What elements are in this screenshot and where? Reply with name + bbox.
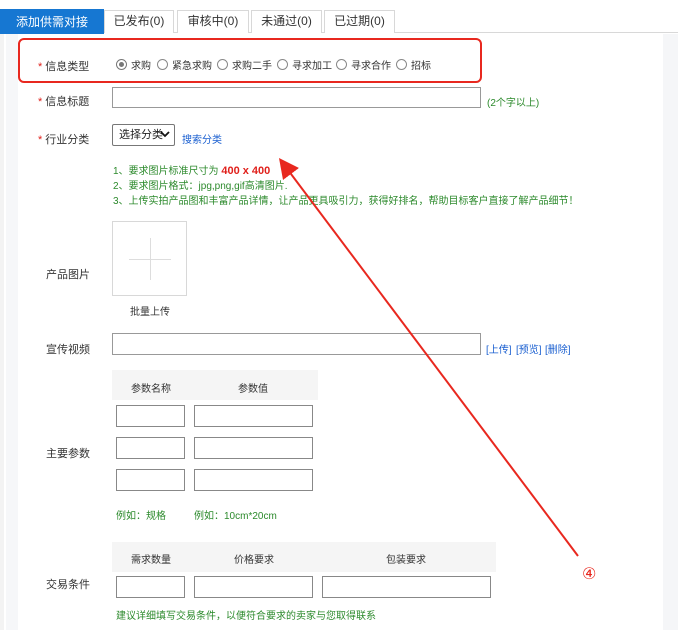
annotation-arrow-icon xyxy=(278,158,579,557)
annotation-number: ④ xyxy=(582,566,597,583)
